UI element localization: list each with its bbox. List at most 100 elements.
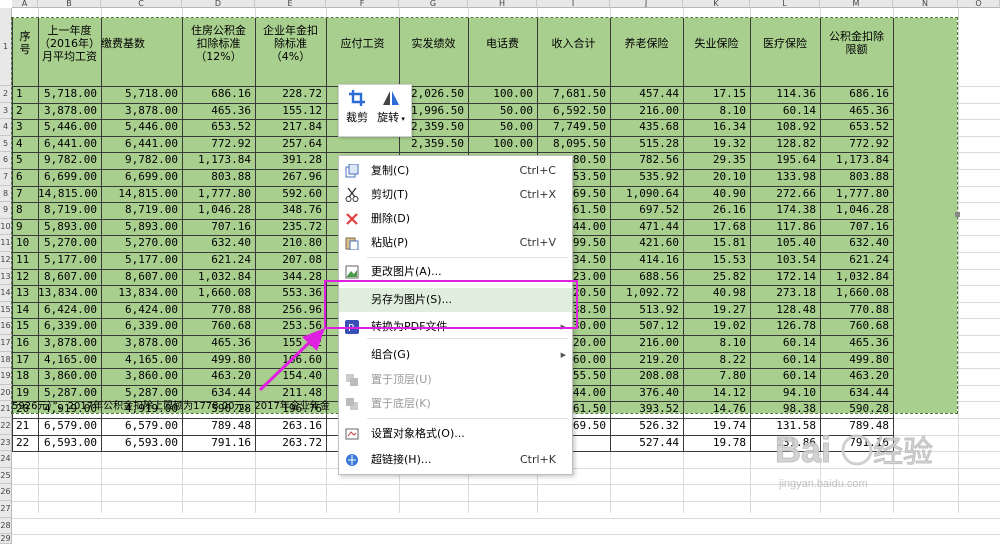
menu-item-format-object[interactable]: 设置对象格式(O)... xyxy=(339,422,572,446)
row-header[interactable]: 8 xyxy=(0,185,12,203)
grid-line xyxy=(12,501,1000,502)
table-cell: 19 xyxy=(16,385,30,399)
menu-item-label: 组合(G) xyxy=(371,348,411,361)
row-header[interactable]: 25 xyxy=(0,467,12,485)
column-header-d[interactable]: D xyxy=(182,0,255,8)
menu-item-label: 置于顶层(U) xyxy=(371,373,432,386)
hyperlink-icon xyxy=(346,454,358,466)
column-header-l[interactable]: L xyxy=(750,0,820,8)
row-header[interactable]: 9 xyxy=(0,202,12,219)
table-cell: 632.40 xyxy=(211,236,251,250)
grid-line xyxy=(12,517,1000,519)
row-header[interactable]: 24 xyxy=(0,451,12,468)
crop-button[interactable]: 裁剪 xyxy=(341,89,373,133)
column-header-e[interactable]: E xyxy=(255,0,326,8)
table-cell: 257.64 xyxy=(282,136,322,150)
table-cell: 7 xyxy=(16,186,23,200)
row-header[interactable]: 23 xyxy=(0,434,12,452)
resize-handle-right[interactable] xyxy=(955,212,960,217)
row-header[interactable]: 20 xyxy=(0,384,12,402)
table-cell: 772.92 xyxy=(211,136,251,150)
row-header[interactable]: 16 xyxy=(0,318,12,335)
table-cell: 3,878.00 xyxy=(44,336,97,349)
column-header-f[interactable]: F xyxy=(326,0,399,8)
menu-item-copy[interactable]: 复制(C) Ctrl+C xyxy=(339,159,572,183)
column-header-k[interactable]: K xyxy=(683,0,750,8)
column-header-a[interactable]: A xyxy=(12,0,38,8)
table-cell: 1 xyxy=(16,87,23,100)
table-cell: 172.14 xyxy=(776,269,816,283)
column-header-g[interactable]: G xyxy=(399,0,468,8)
table-cell: 3,860.00 xyxy=(125,369,178,383)
table-border xyxy=(893,18,894,452)
row-header[interactable]: 5 xyxy=(0,135,12,153)
table-cell: 219.20 xyxy=(639,352,679,366)
row-header[interactable]: 17 xyxy=(0,335,12,352)
row-header[interactable]: 6 xyxy=(0,152,12,169)
row-header[interactable]: 13 xyxy=(0,268,12,286)
menu-item-delete[interactable]: 删除(D) xyxy=(339,207,572,231)
table-cell: 707.16 xyxy=(211,219,251,233)
table-cell: 60.14 xyxy=(782,369,816,383)
row-header[interactable]: 19 xyxy=(0,368,12,385)
table-cell: 14,815.00 xyxy=(38,186,98,200)
column-header-m[interactable]: M xyxy=(820,0,893,8)
table-cell: 94.10 xyxy=(782,385,816,399)
row-header[interactable]: 28 xyxy=(0,517,12,535)
table-cell: 499.80 xyxy=(849,352,889,366)
table-cell: 6,424.00 xyxy=(125,302,178,316)
menu-item-cut[interactable]: 剪切(T) Ctrl+X xyxy=(339,183,572,207)
row-header[interactable]: 12 xyxy=(0,252,12,269)
menu-item-group[interactable]: 组合(G) ▶ xyxy=(339,343,572,367)
menu-item-label: 删除(D) xyxy=(371,212,411,225)
row-header[interactable]: 26 xyxy=(0,484,12,501)
table-cell: 100.00 xyxy=(493,136,533,150)
table-cell: 17 xyxy=(16,352,30,366)
column-header-i[interactable]: I xyxy=(537,0,610,8)
row-header[interactable]: 10 xyxy=(0,218,12,236)
column-header-n[interactable]: N xyxy=(893,0,958,8)
column-header-j[interactable]: J xyxy=(610,0,683,8)
table-cell: 117.86 xyxy=(776,219,816,233)
column-header-b[interactable]: B xyxy=(38,0,101,8)
table-cell: 40.90 xyxy=(712,186,746,200)
row-header[interactable]: 29 xyxy=(0,534,12,544)
menu-item-send-to-back[interactable]: 置于底层(K) xyxy=(339,392,572,416)
row-header[interactable]: 18 xyxy=(0,351,12,369)
row-header[interactable]: 4 xyxy=(0,119,12,136)
table-cell: 6,424.00 xyxy=(44,302,97,316)
row-header[interactable]: 7 xyxy=(0,169,12,186)
row-header[interactable]: 11 xyxy=(0,235,12,252)
table-header-cell: 电话费 xyxy=(486,36,519,50)
menu-item-bring-to-front[interactable]: 置于顶层(U) xyxy=(339,368,572,392)
row-header[interactable]: 22 xyxy=(0,418,12,435)
table-cell: 6,699.00 xyxy=(44,170,97,183)
menu-item-paste[interactable]: 粘贴(P) Ctrl+V xyxy=(339,231,572,255)
table-cell: 8,607.00 xyxy=(44,269,97,283)
table-cell: 217.84 xyxy=(282,120,322,134)
row-header[interactable]: 21 xyxy=(0,401,12,418)
column-header-c[interactable]: C xyxy=(101,0,182,8)
table-cell: 210.80 xyxy=(282,236,322,250)
row-header[interactable]: 2 xyxy=(0,86,12,103)
rotate-button[interactable]: 旋转 ▾ xyxy=(375,89,407,133)
table-cell: 760.68 xyxy=(849,319,889,333)
table-cell: 513.92 xyxy=(639,302,679,316)
table-cell: 19.32 xyxy=(712,136,746,150)
table-cell: 155.12 xyxy=(282,103,322,117)
table-cell: 6,441.00 xyxy=(44,136,97,150)
table-cell: 126.78 xyxy=(776,319,816,333)
rotate-icon xyxy=(383,91,399,105)
format-object-icon xyxy=(345,428,359,440)
row-header[interactable]: 15 xyxy=(0,301,12,319)
table-cell: 16.34 xyxy=(712,120,746,134)
table-cell: 7,749.50 xyxy=(553,120,606,134)
column-header-o[interactable]: O xyxy=(958,0,1000,8)
menu-item-hyperlink[interactable]: 超链接(H)... Ctrl+K xyxy=(339,448,572,472)
column-header-h[interactable]: H xyxy=(468,0,537,8)
row-header[interactable]: 3 xyxy=(0,102,12,120)
row-header[interactable]: 14 xyxy=(0,285,12,302)
row-header[interactable]: 27 xyxy=(0,501,12,518)
row-header[interactable]: 1 xyxy=(0,8,12,86)
table-cell: 590.28 xyxy=(849,402,889,416)
